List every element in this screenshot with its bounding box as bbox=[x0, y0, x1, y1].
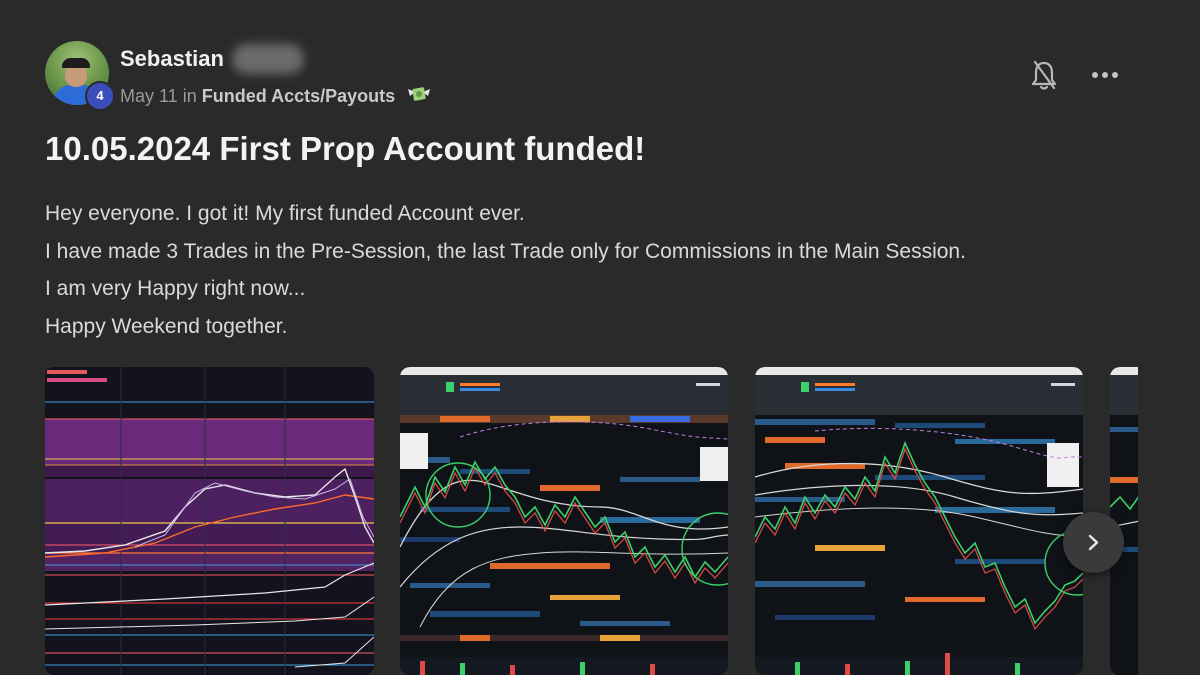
post-title: 10.05.2024 First Prop Account funded! bbox=[45, 130, 646, 167]
category-link[interactable]: Funded Accts/Payouts bbox=[202, 86, 395, 106]
body-line: Hey everyone. I got it! My first funded … bbox=[45, 202, 525, 225]
gallery-image-3[interactable] bbox=[755, 367, 1083, 675]
post-body: Hey everyone. I got it! My first funded … bbox=[45, 195, 966, 345]
post-date[interactable]: May 11 bbox=[120, 86, 178, 106]
gallery-image-1[interactable] bbox=[45, 367, 374, 675]
gallery-image-2[interactable] bbox=[400, 367, 728, 675]
author-name[interactable]: Sebastian bbox=[120, 46, 224, 72]
in-label: in bbox=[182, 86, 197, 106]
post-meta: May 11 in Funded Accts/Payouts bbox=[120, 83, 432, 110]
bell-off-icon[interactable] bbox=[1029, 58, 1059, 92]
body-line: I have made 3 Trades in the Pre-Session,… bbox=[45, 239, 966, 263]
avatar-cap bbox=[62, 58, 90, 68]
more-options-icon[interactable] bbox=[1088, 60, 1122, 90]
body-line: Happy Weekend together. bbox=[45, 314, 288, 338]
redacted-surname bbox=[232, 44, 304, 74]
image-gallery bbox=[45, 367, 1138, 675]
gallery-next-button[interactable] bbox=[1063, 512, 1124, 573]
money-wings-icon bbox=[406, 83, 432, 110]
body-line: I am very Happy right now... bbox=[45, 277, 306, 300]
level-badge: 4 bbox=[85, 81, 115, 111]
